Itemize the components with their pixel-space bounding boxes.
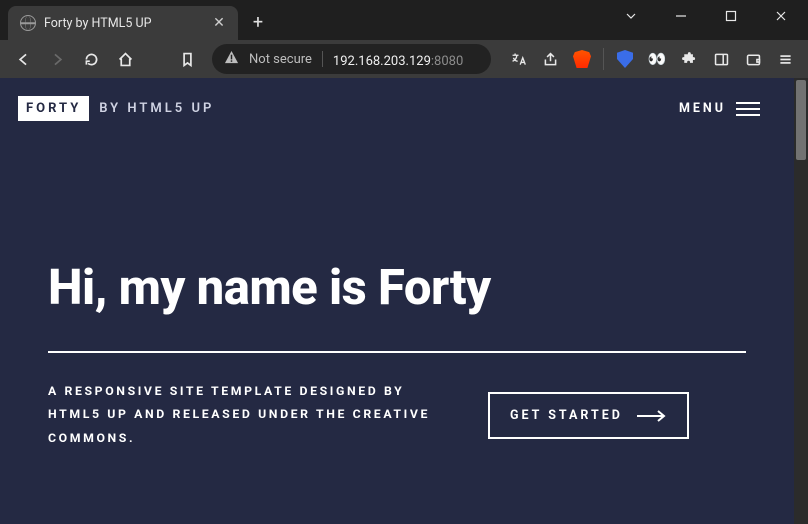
minimize-button[interactable] (658, 0, 704, 32)
browser-tab-active[interactable]: Forty by HTML5 UP ✕ (8, 6, 238, 40)
home-button[interactable] (110, 44, 140, 74)
forward-button[interactable] (42, 44, 72, 74)
bookmark-button[interactable] (172, 44, 202, 74)
back-button[interactable] (8, 44, 38, 74)
page-viewport: FORTY BY HTML5 UP MENU Hi, my name is Fo… (0, 78, 794, 524)
share-icon[interactable] (535, 44, 565, 74)
password-shield-icon[interactable] (610, 44, 640, 74)
wallet-icon[interactable] (738, 44, 768, 74)
logo-byline: BY HTML5 UP (99, 101, 214, 116)
tab-title: Forty by HTML5 UP (44, 16, 202, 31)
get-started-button[interactable]: GET STARTED (488, 392, 689, 439)
menu-icon[interactable] (770, 44, 800, 74)
address-bar[interactable]: Not secure 192.168.203.129:8080 (212, 44, 491, 74)
menu-label: MENU (679, 101, 726, 116)
site-header: FORTY BY HTML5 UP MENU (0, 78, 794, 121)
address-separator (322, 51, 323, 67)
chevron-down-icon[interactable] (608, 0, 654, 32)
hamburger-icon (736, 102, 760, 116)
warning-icon (224, 50, 239, 69)
translate-icon[interactable] (503, 44, 533, 74)
reload-button[interactable] (76, 44, 106, 74)
hero-section: Hi, my name is Forty A RESPONSIVE SITE T… (0, 121, 794, 451)
menu-toggle[interactable]: MENU (679, 101, 760, 116)
hero-divider (48, 351, 746, 353)
vertical-scrollbar[interactable] (794, 78, 808, 524)
maximize-button[interactable] (708, 0, 754, 32)
arrow-right-icon (637, 409, 667, 423)
extensions-icon[interactable] (674, 44, 704, 74)
hero-headline: Hi, my name is Forty (48, 261, 746, 315)
logo-mark: FORTY (18, 96, 89, 121)
logo-link[interactable]: FORTY BY HTML5 UP (18, 96, 214, 121)
cta-label: GET STARTED (510, 408, 623, 423)
new-tab-button[interactable]: + (244, 8, 272, 36)
sidepanel-icon[interactable] (706, 44, 736, 74)
address-host: 192.168.203.129 (333, 54, 431, 69)
toolbar-divider (603, 48, 604, 70)
security-label: Not secure (249, 52, 312, 67)
close-tab-icon[interactable]: ✕ (210, 14, 228, 32)
globe-icon (20, 15, 36, 31)
brave-shield-icon[interactable] (567, 44, 597, 74)
browser-titlebar: Forty by HTML5 UP ✕ + (0, 0, 808, 40)
close-window-button[interactable] (758, 0, 804, 32)
address-port: :8080 (431, 54, 463, 69)
eyes-extension-icon[interactable]: 👀 (642, 44, 672, 74)
scrollbar-thumb[interactable] (796, 80, 806, 160)
window-controls (608, 0, 808, 32)
hero-description: A RESPONSIVE SITE TEMPLATE DESIGNED BY H… (48, 381, 458, 451)
browser-toolbar: Not secure 192.168.203.129:8080 👀 (0, 40, 808, 78)
